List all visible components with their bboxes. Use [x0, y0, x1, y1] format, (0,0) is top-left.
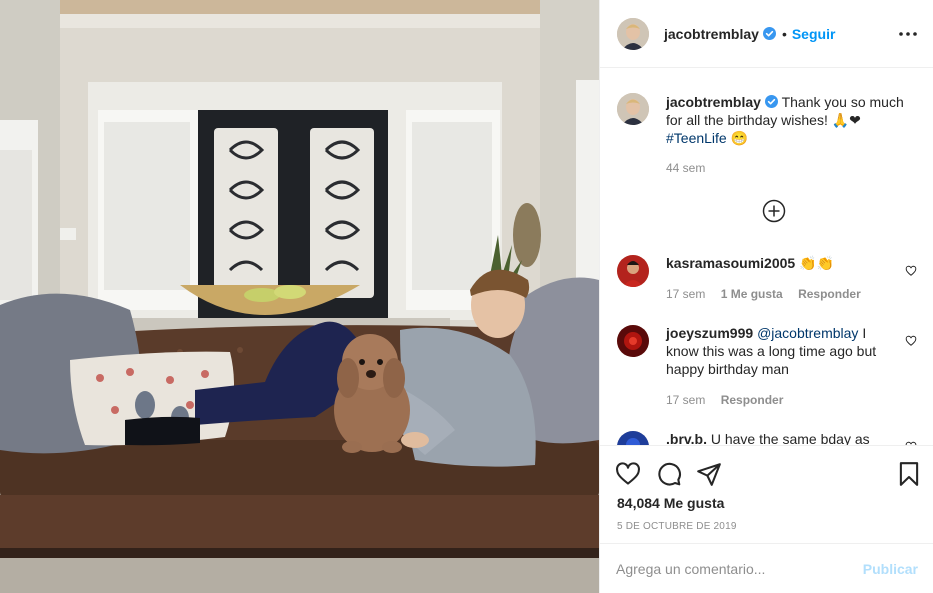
caption-avatar[interactable]: [617, 93, 649, 125]
comment-text: kasramasoumi2005 👏👏: [666, 254, 896, 287]
reply-button[interactable]: Responder: [798, 287, 861, 301]
follow-button[interactable]: Seguir: [792, 26, 836, 42]
post-header: jacobtremblay • Seguir: [600, 0, 933, 68]
post-photo-illustration: [0, 0, 599, 593]
comment-input[interactable]: [616, 558, 856, 580]
comment-username[interactable]: kasramasoumi2005: [666, 255, 795, 271]
plus-circle-icon[interactable]: [762, 199, 786, 223]
comment-timestamp[interactable]: 17 sem: [666, 287, 705, 301]
comment-mention[interactable]: @jacobtremblay: [757, 325, 858, 341]
like-count[interactable]: 84,084 Me gusta: [617, 495, 724, 511]
comment-username[interactable]: joeyszum999: [666, 325, 753, 341]
post-caption: jacobtremblay Thank you so much for all …: [617, 93, 917, 147]
comment-actions: 17 sem 1 Me gusta Responder: [666, 287, 873, 301]
comment-item: joeyszum999 @jacobtremblay I know this w…: [617, 325, 917, 378]
verified-badge-icon: [762, 27, 776, 40]
heart-icon[interactable]: [905, 265, 917, 277]
post-actions: 84,084 Me gusta 5 DE OCTUBRE DE 2019: [600, 445, 933, 543]
caption-text: jacobtremblay Thank you so much for all …: [666, 93, 917, 147]
comment-likes[interactable]: 1 Me gusta: [721, 287, 783, 301]
comments-list[interactable]: jacobtremblay Thank you so much for all …: [600, 69, 933, 445]
comment-item: kasramasoumi2005 👏👏: [617, 255, 917, 287]
reply-button[interactable]: Responder: [721, 393, 784, 407]
author-username[interactable]: jacobtremblay: [664, 26, 759, 42]
comment-body: U have the same bday as: [710, 431, 870, 445]
add-comment-bar: Publicar: [600, 543, 933, 593]
comment-body: 👏👏: [799, 255, 834, 271]
comment-timestamp[interactable]: 17 sem: [666, 393, 705, 407]
caption-timestamp[interactable]: 44 sem: [666, 161, 705, 175]
commenter-avatar[interactable]: [617, 325, 649, 357]
comment-item: .brv.b. U have the same bday as: [617, 431, 917, 445]
caption-username[interactable]: jacobtremblay: [666, 94, 761, 110]
follow-separator: •: [781, 25, 787, 42]
paper-plane-icon[interactable]: [696, 461, 722, 487]
commenter-avatar[interactable]: [617, 255, 649, 287]
verified-badge-icon: [764, 95, 778, 108]
comment-text: joeyszum999 @jacobtremblay I know this w…: [666, 324, 896, 378]
heart-icon[interactable]: [615, 461, 641, 487]
commenter-avatar[interactable]: [617, 431, 649, 445]
comment-actions: 17 sem Responder: [666, 393, 795, 407]
comment-username[interactable]: .brv.b.: [666, 431, 707, 445]
author-avatar[interactable]: [617, 17, 649, 50]
heart-icon[interactable]: [905, 335, 917, 347]
comment-icon[interactable]: [656, 461, 682, 487]
comment-text: .brv.b. U have the same bday as: [666, 430, 896, 445]
more-horizontal-icon[interactable]: [896, 24, 920, 44]
post-photo[interactable]: [0, 0, 599, 593]
publish-button[interactable]: Publicar: [863, 561, 918, 577]
post-date[interactable]: 5 DE OCTUBRE DE 2019: [617, 521, 737, 532]
bookmark-icon[interactable]: [896, 461, 922, 487]
post-side-panel: jacobtremblay • Seguir jacobtremblay Tha…: [599, 0, 933, 593]
caption-emoji: 😁: [730, 130, 749, 146]
caption-hashtag[interactable]: #TeenLife: [666, 130, 727, 146]
